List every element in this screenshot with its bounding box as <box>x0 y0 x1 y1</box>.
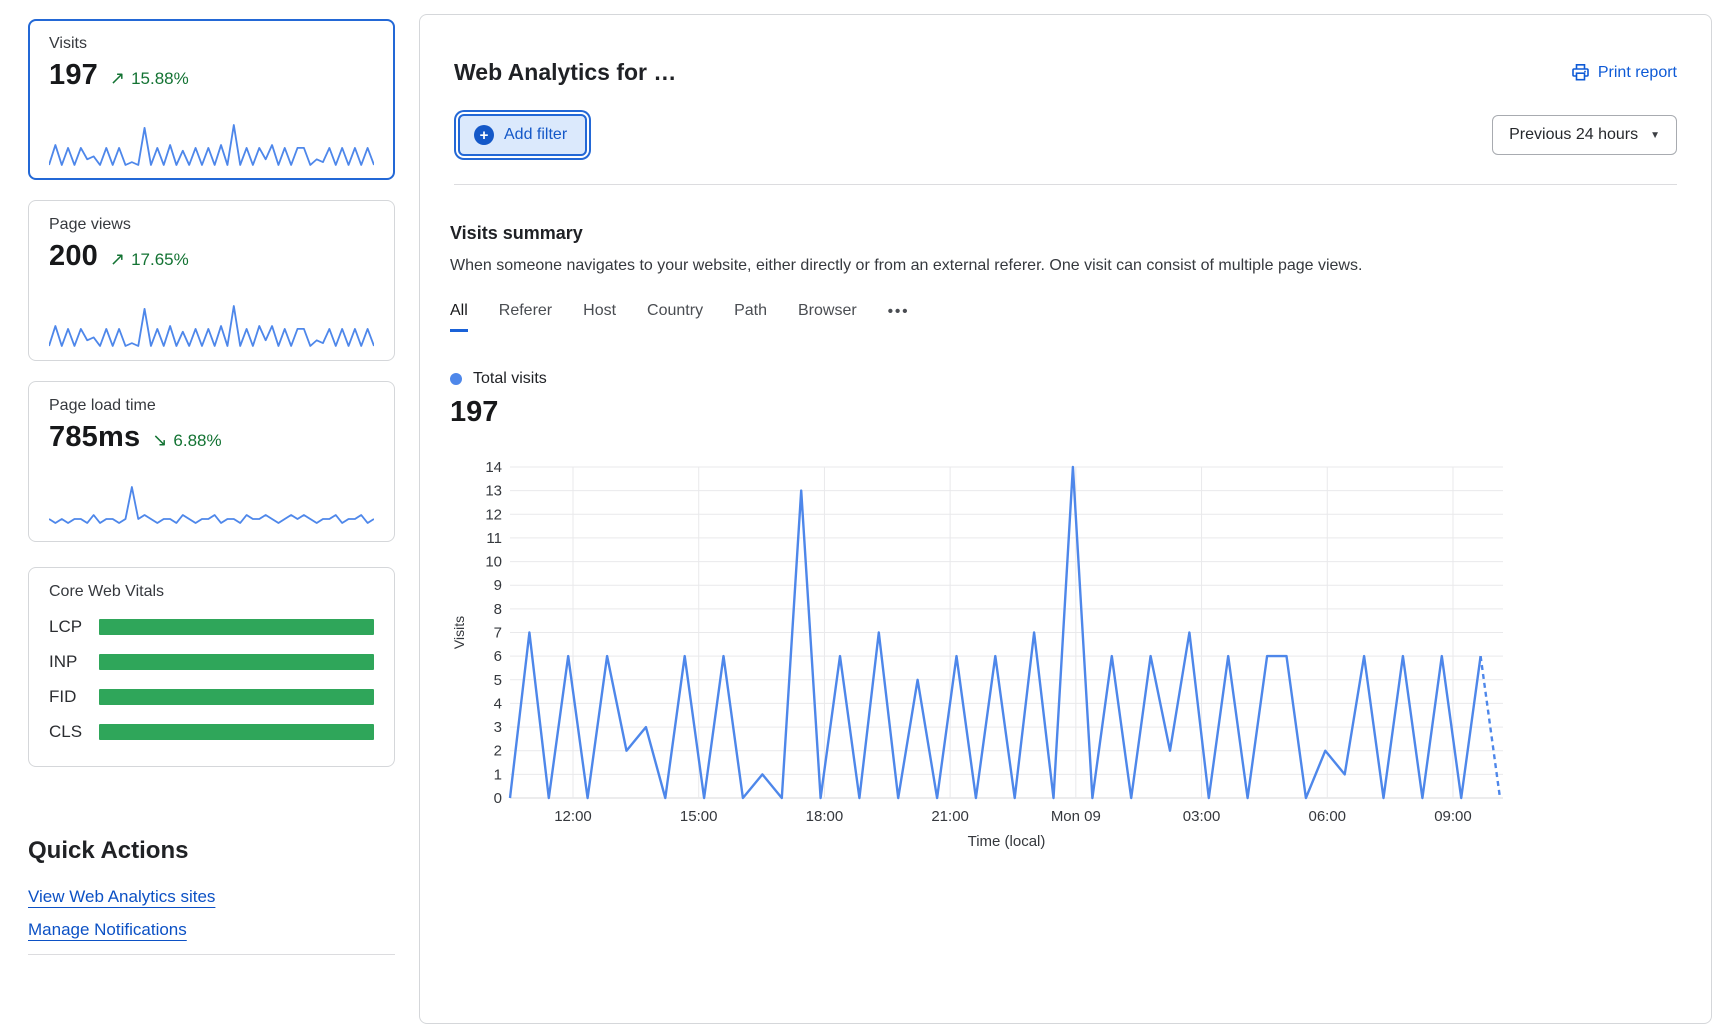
svg-text:11: 11 <box>486 530 502 547</box>
tab-host[interactable]: Host <box>583 302 616 332</box>
vital-row-fid: FID <box>49 687 374 707</box>
vital-bar-good <box>99 654 374 670</box>
metric-card-visits[interactable]: Visits 197 ↗ 15.88% <box>28 19 395 180</box>
trend-percent: 15.88% <box>131 69 189 89</box>
dimension-tabs: All Referer Host Country Path Browser ••• <box>450 302 1681 332</box>
sparkline-chart <box>49 121 374 167</box>
metric-title: Visits <box>49 35 374 53</box>
quick-action-link-0[interactable]: View Web Analytics sites <box>28 887 215 907</box>
svg-text:12:00: 12:00 <box>554 808 592 825</box>
svg-text:18:00: 18:00 <box>806 808 844 825</box>
chevron-down-icon: ▼ <box>1650 130 1660 141</box>
print-report-label: Print report <box>1598 64 1677 82</box>
svg-text:7: 7 <box>494 625 502 642</box>
metric-card-page-views[interactable]: Page views 200 ↗ 17.65% <box>28 200 395 361</box>
vital-row-inp: INP <box>49 652 374 672</box>
svg-text:5: 5 <box>494 672 502 689</box>
metric-value: 200 <box>49 240 98 273</box>
visits-summary-description: When someone navigates to your website, … <box>450 257 1681 275</box>
page-title: Web Analytics for … <box>454 59 676 86</box>
svg-text:8: 8 <box>494 601 502 618</box>
legend-dot-icon <box>450 373 462 385</box>
plus-icon: + <box>474 125 494 145</box>
vital-label: CLS <box>49 722 99 742</box>
vital-bar-good <box>99 619 374 635</box>
vital-row-lcp: LCP <box>49 617 374 637</box>
chart-legend: Total visits <box>450 370 1681 388</box>
trend-up-icon: ↗ <box>110 249 125 270</box>
vital-bar-good <box>99 724 374 740</box>
core-web-vitals-title: Core Web Vitals <box>49 583 374 601</box>
visits-summary-section: Visits summary When someone navigates to… <box>420 223 1711 853</box>
tab-country[interactable]: Country <box>647 302 703 332</box>
print-report-link[interactable]: Print report <box>1571 63 1677 82</box>
svg-text:3: 3 <box>494 719 502 736</box>
vital-label: FID <box>49 687 99 707</box>
vital-row-cls: CLS <box>49 722 374 742</box>
svg-text:13: 13 <box>485 483 502 500</box>
svg-text:9: 9 <box>494 577 502 594</box>
svg-text:12: 12 <box>485 506 502 523</box>
svg-text:06:00: 06:00 <box>1308 808 1346 825</box>
metric-trend: ↘ 6.88% <box>152 430 221 451</box>
tab-all[interactable]: All <box>450 302 468 332</box>
tab-more[interactable]: ••• <box>888 303 910 332</box>
svg-text:Mon 09: Mon 09 <box>1051 808 1101 825</box>
metric-value: 785ms <box>49 421 140 454</box>
metric-card-list: Visits197↗15.88%Page views200↗17.65%Page… <box>28 19 395 542</box>
trend-percent: 17.65% <box>131 250 189 270</box>
main-header: Web Analytics for … Print report + Add f… <box>420 15 1711 185</box>
visits-summary-title: Visits summary <box>450 223 1681 244</box>
visits-line-chart: 12:00 15:00 18:00 21:00 Mon 09 03:00 06:00 09:0… <box>450 453 1680 853</box>
svg-text:2: 2 <box>494 743 502 760</box>
svg-text:09:00: 09:00 <box>1434 808 1472 825</box>
sidebar-divider <box>28 954 395 955</box>
main-panel: Web Analytics for … Print report + Add f… <box>419 14 1712 1024</box>
svg-text:0: 0 <box>494 790 502 807</box>
vital-label: INP <box>49 652 99 672</box>
printer-icon <box>1571 63 1590 82</box>
quick-actions: Quick Actions View Web Analytics sites Ma… <box>28 837 395 955</box>
tab-path[interactable]: Path <box>734 302 767 332</box>
svg-text:21:00: 21:00 <box>931 808 969 825</box>
svg-text:10: 10 <box>485 554 502 571</box>
total-visits-value: 197 <box>450 396 1681 429</box>
quick-actions-title: Quick Actions <box>28 837 395 865</box>
svg-text:4: 4 <box>494 695 502 712</box>
add-filter-button[interactable]: + Add filter <box>458 114 587 156</box>
core-web-vitals-card[interactable]: Core Web Vitals LCP INP FID CLS <box>28 567 395 767</box>
sparkline-chart <box>49 302 374 348</box>
svg-text:15:00: 15:00 <box>680 808 718 825</box>
metric-value: 197 <box>49 59 98 92</box>
metric-card-page-load-time[interactable]: Page load time 785ms ↘ 6.88% <box>28 381 395 542</box>
vital-label: LCP <box>49 617 99 637</box>
sparkline-chart <box>49 483 374 529</box>
svg-text:6: 6 <box>494 648 502 665</box>
metric-title: Page views <box>49 216 374 234</box>
svg-text:03:00: 03:00 <box>1183 808 1221 825</box>
metric-trend: ↗ 15.88% <box>110 68 189 89</box>
trend-percent: 6.88% <box>173 431 221 451</box>
vitals-rows: LCP INP FID CLS <box>49 617 374 742</box>
trend-up-icon: ↗ <box>110 68 125 89</box>
svg-text:14: 14 <box>485 459 502 476</box>
time-range-label: Previous 24 hours <box>1509 126 1638 144</box>
quick-actions-links: View Web Analytics sites Manage Notificat… <box>28 865 395 940</box>
quick-action-link-1[interactable]: Manage Notifications <box>28 920 187 940</box>
tab-referer[interactable]: Referer <box>499 302 552 332</box>
tab-browser[interactable]: Browser <box>798 302 857 332</box>
add-filter-label: Add filter <box>504 126 567 144</box>
metric-trend: ↗ 17.65% <box>110 249 189 270</box>
metric-title: Page load time <box>49 397 374 415</box>
trend-down-icon: ↘ <box>152 430 167 451</box>
sidebar: Visits197↗15.88%Page views200↗17.65%Page… <box>28 19 395 955</box>
vital-bar-good <box>99 689 374 705</box>
legend-label: Total visits <box>473 370 547 388</box>
svg-text:Visits: Visits <box>451 616 467 649</box>
svg-text:1: 1 <box>494 766 502 783</box>
time-range-dropdown[interactable]: Previous 24 hours ▼ <box>1492 115 1677 155</box>
svg-text:Time (local): Time (local) <box>968 833 1046 850</box>
